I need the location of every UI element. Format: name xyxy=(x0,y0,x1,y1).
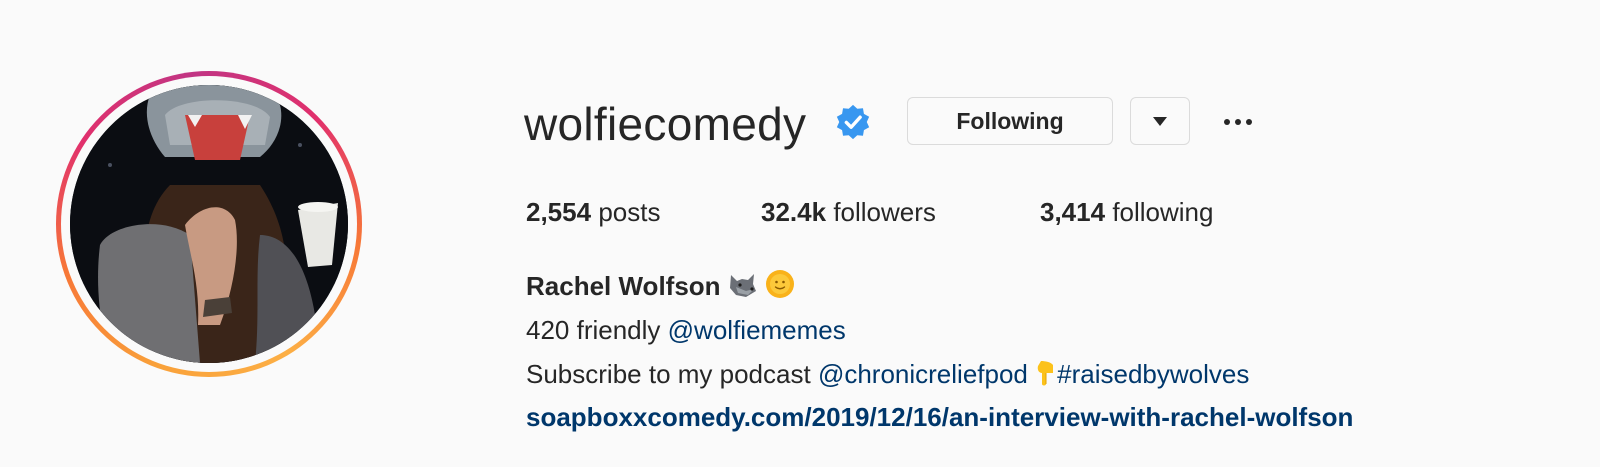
verified-badge-icon xyxy=(836,104,870,140)
following-stat-label: following xyxy=(1112,197,1214,227)
following-count: 3,414 xyxy=(1040,197,1106,227)
profile-header: wolfiecomedy Following 2,554 posts 32.4k… xyxy=(0,0,1600,467)
mention-link-chronicreliefpod[interactable]: @chronicreliefpod xyxy=(818,359,1028,389)
story-ring[interactable] xyxy=(56,71,362,377)
profile-avatar[interactable] xyxy=(70,85,348,363)
bio-external-link[interactable]: soapboxxcomedy.com/2019/12/16/an-intervi… xyxy=(526,399,1353,435)
ellipsis-icon-dot xyxy=(1246,119,1252,125)
followers-stat[interactable]: 32.4k followers xyxy=(761,194,936,230)
mention-link-wolfiememes[interactable]: @wolfiememes xyxy=(668,315,846,345)
avatar-photo-image xyxy=(70,85,348,363)
ellipsis-icon-dot xyxy=(1235,119,1241,125)
bio-line-2: Subscribe to my podcast @chronicreliefpo… xyxy=(526,356,1249,392)
more-options-button[interactable] xyxy=(1218,106,1258,138)
posts-stat: 2,554 posts xyxy=(526,194,660,230)
full-name-text: Rachel Wolfson xyxy=(526,271,721,301)
profile-username: wolfiecomedy xyxy=(524,98,807,150)
suggestions-dropdown-button[interactable] xyxy=(1130,97,1190,145)
ellipsis-icon-dot xyxy=(1224,119,1230,125)
following-stat[interactable]: 3,414 following xyxy=(1040,194,1213,230)
hashtag-link-raisedbywolves[interactable]: #raisedbywolves xyxy=(1057,359,1249,389)
posts-label: posts xyxy=(598,197,661,227)
caret-down-icon xyxy=(1153,116,1167,126)
wolf-emoji-icon xyxy=(729,274,756,297)
posts-count: 2,554 xyxy=(526,197,592,227)
followers-count: 32.4k xyxy=(761,197,827,227)
bio-line-1-text: 420 friendly xyxy=(526,315,661,345)
followers-label: followers xyxy=(833,197,936,227)
bio-full-name: Rachel Wolfson xyxy=(526,268,795,304)
pointing-down-emoji-icon xyxy=(1037,361,1054,386)
following-button[interactable]: Following xyxy=(907,97,1113,145)
bio-line-2-text: Subscribe to my podcast xyxy=(526,359,811,389)
bio-line-1: 420 friendly @wolfiememes xyxy=(526,312,846,348)
sun-with-face-emoji-icon xyxy=(766,270,795,298)
